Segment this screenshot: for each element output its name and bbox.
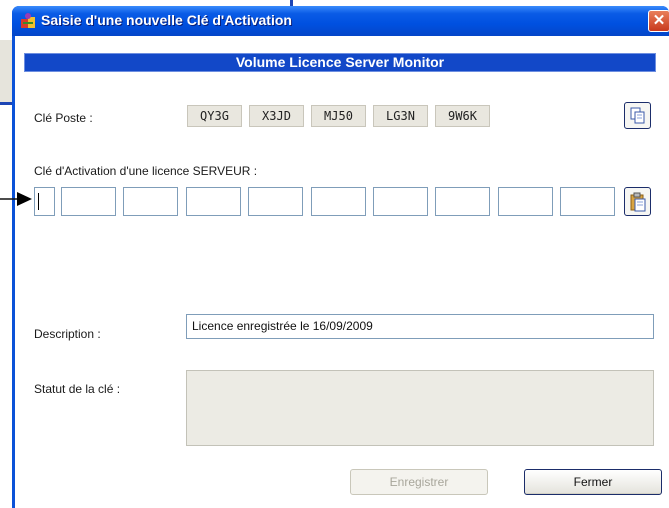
cle-poste-segment: 9W6K [435,105,490,127]
close-window-button[interactable]: ✕ [648,10,669,32]
activation-key-field[interactable] [248,187,304,216]
activation-key-field[interactable] [185,187,241,216]
text-caret [38,193,39,210]
copy-icon [630,107,645,124]
arrow-pointer-icon [0,192,32,206]
title-bar[interactable]: Saisie d'une nouvelle Clé d'Activation ✕ [12,6,669,36]
paste-icon [630,192,646,212]
cle-poste-label: Clé Poste : [34,111,93,125]
activation-key-field[interactable] [497,187,553,216]
activation-key-field[interactable] [435,187,491,216]
product-banner: Volume Licence Server Monitor [24,53,656,72]
activation-key-field[interactable] [123,187,179,216]
close-button[interactable]: Fermer [524,469,662,495]
statut-box [186,370,654,446]
activation-key-field[interactable] [560,187,616,216]
dialog-client-area: Volume Licence Server Monitor Clé Poste … [15,36,669,508]
cle-poste-segment: QY3G [187,105,242,127]
statut-label: Statut de la clé : [34,382,121,396]
cle-activation-label: Clé d'Activation d'une licence SERVEUR : [34,164,258,178]
activation-key-field[interactable] [61,187,116,216]
window-title: Saisie d'une nouvelle Clé d'Activation [41,12,292,28]
paste-key-button[interactable] [624,187,651,216]
close-icon: ✕ [652,12,666,29]
activation-dialog: Saisie d'une nouvelle Clé d'Activation ✕… [12,6,669,508]
cle-poste-segment: X3JD [249,105,304,127]
description-label: Description : [34,327,101,341]
cle-poste-segment: LG3N [373,105,428,127]
copy-key-button[interactable] [624,102,651,129]
description-input[interactable]: Licence enregistrée le 16/09/2009 [186,314,654,339]
app-icon [21,13,35,28]
activation-key-field[interactable] [310,187,366,216]
cle-poste-segment: MJ50 [311,105,366,127]
activation-key-field[interactable] [373,187,428,216]
save-button[interactable]: Enregistrer [350,469,488,495]
activation-key-field[interactable] [34,187,55,216]
